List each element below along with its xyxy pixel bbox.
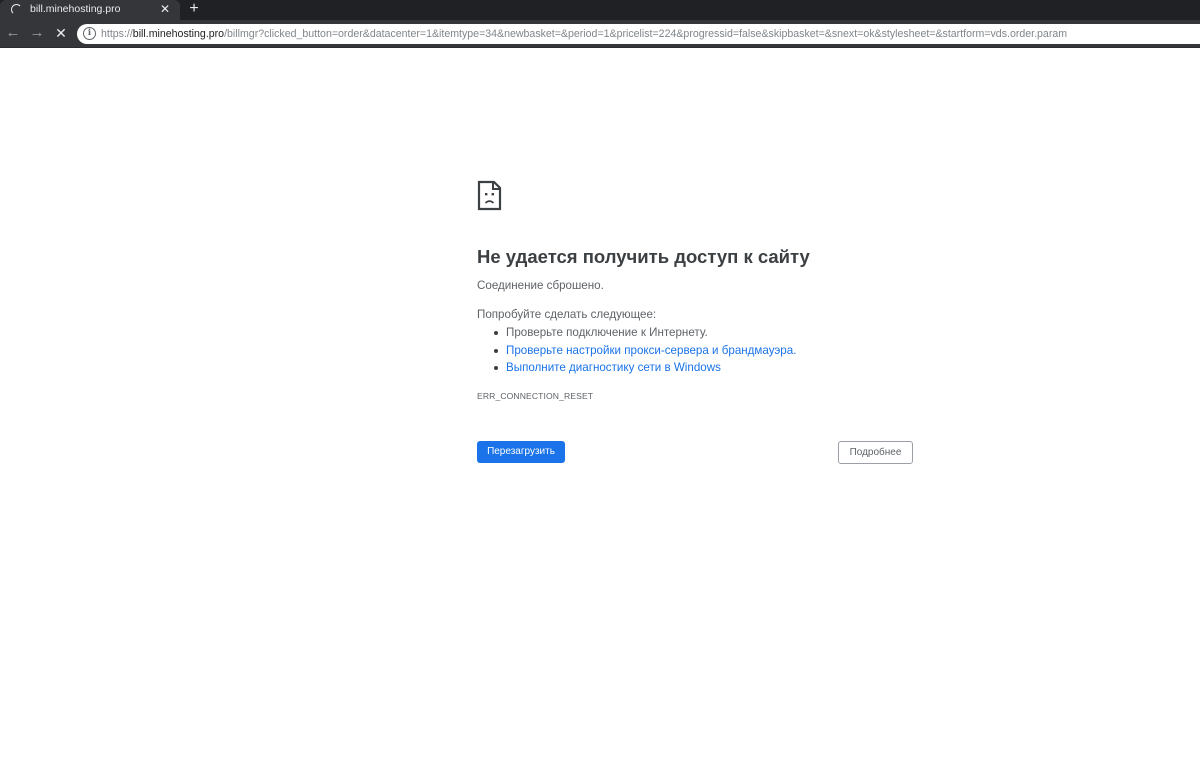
- tab-strip: bill.minehosting.pro ✕ +: [0, 0, 1200, 20]
- url-path: /billmgr?clicked_button=order&datacenter…: [224, 28, 1068, 40]
- suggestions-heading: Попробуйте сделать следующее:: [477, 308, 657, 321]
- spinner-icon: [11, 4, 22, 15]
- url-text[interactable]: https://bill.minehosting.pro/billmgr?cli…: [101, 28, 1067, 40]
- sad-page-icon: [477, 180, 502, 211]
- back-arrow-icon[interactable]: ←: [4, 24, 22, 42]
- url-host: bill.minehosting.pro: [132, 28, 225, 40]
- new-tab-button[interactable]: +: [185, 0, 203, 18]
- error-description: Соединение сброшено.: [477, 279, 604, 292]
- error-title: Не удается получить доступ к сайту: [477, 246, 810, 267]
- close-icon[interactable]: ✕: [158, 2, 172, 16]
- tab-title: bill.minehosting.pro: [30, 3, 121, 15]
- info-icon[interactable]: i: [83, 27, 96, 40]
- details-button[interactable]: Подробнее: [838, 441, 913, 464]
- suggestion-check-proxy-link[interactable]: Проверьте настройки прокси-сервера и бра…: [493, 342, 796, 360]
- browser-tab[interactable]: bill.minehosting.pro ✕: [0, 0, 180, 20]
- address-bar[interactable]: i https://bill.minehosting.pro/billmgr?c…: [77, 24, 1200, 44]
- url-scheme: https://: [101, 28, 133, 40]
- reload-button[interactable]: Перезагрузить: [477, 441, 565, 463]
- stop-loading-icon[interactable]: ✕: [52, 24, 70, 42]
- error-code: ERR_CONNECTION_RESET: [477, 391, 594, 401]
- forward-arrow-icon[interactable]: →: [28, 24, 46, 42]
- browser-toolbar: ← → ✕ i https://bill.minehosting.pro/bil…: [0, 20, 1200, 48]
- suggestion-check-internet: Проверьте подключение к Интернету.: [493, 324, 796, 342]
- suggestion-windows-diagnostics-link[interactable]: Выполните диагностику сети в Windows: [493, 359, 796, 377]
- suggestions-list: Проверьте подключение к Интернету. Прове…: [493, 324, 796, 377]
